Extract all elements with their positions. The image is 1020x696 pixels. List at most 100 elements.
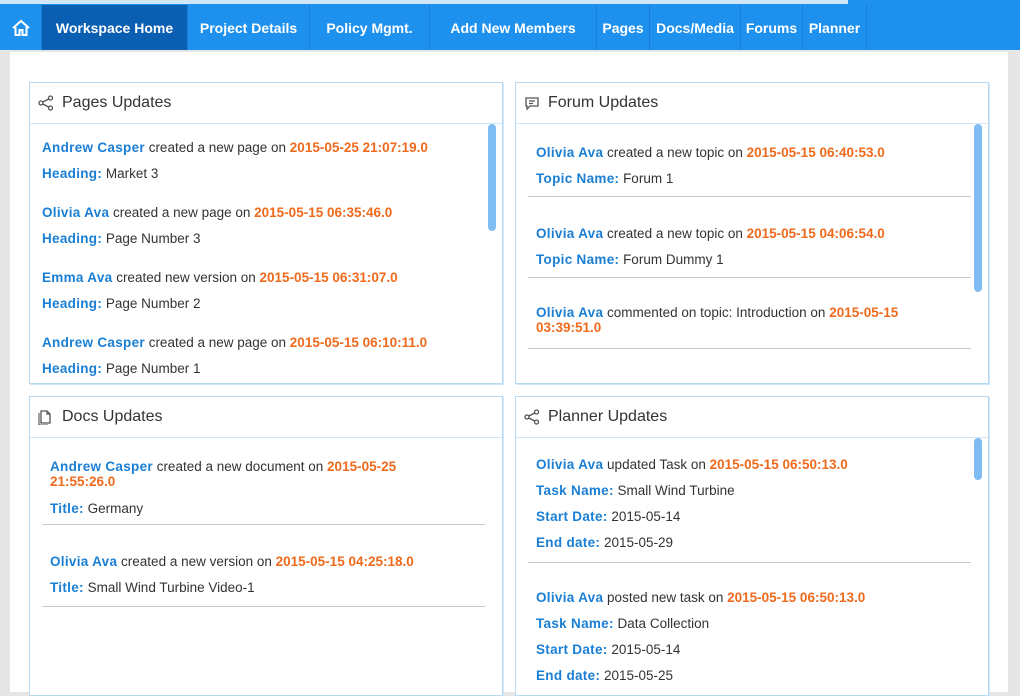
- pages-updates-panel: Pages Updates Andrew Casper created a ne…: [29, 82, 503, 384]
- user-link[interactable]: Olivia Ava: [42, 205, 109, 220]
- nav-docs-media[interactable]: Docs/Media: [650, 5, 741, 50]
- action-text: created a new page on: [144, 140, 290, 155]
- field-value: 2015-05-29: [600, 535, 674, 550]
- nav-forums[interactable]: Forums: [741, 5, 803, 50]
- user-link[interactable]: Olivia Ava: [536, 305, 603, 320]
- list-item: Andrew Casper created a new page on 2015…: [42, 333, 427, 378]
- field-value: Page Number 3: [102, 231, 201, 246]
- field-value: Forum 1: [619, 171, 674, 186]
- field-label: Heading:: [42, 166, 103, 181]
- user-link[interactable]: Andrew Casper: [42, 140, 145, 155]
- workspace-content: Pages Updates Andrew Casper created a ne…: [10, 52, 1008, 696]
- main-nav: Workspace Home Project Details Policy Mg…: [0, 5, 867, 50]
- nav-policy-mgmt[interactable]: Policy Mgmt.: [310, 5, 430, 50]
- comment-icon: [524, 95, 540, 111]
- planner-updates-header: Planner Updates: [516, 397, 988, 438]
- field-label: Heading:: [42, 231, 103, 246]
- list-item: Olivia Ava created a new topic on 2015-0…: [528, 211, 971, 278]
- field-value: Small Wind Turbine Video-1: [83, 580, 255, 595]
- user-link[interactable]: Olivia Ava: [536, 590, 603, 605]
- list-item: Olivia Ava created a new topic on 2015-0…: [528, 130, 971, 197]
- list-item: Olivia Ava created a new page on 2015-05…: [42, 203, 392, 248]
- field-value: Forum Dummy 1: [619, 252, 724, 267]
- timestamp: 2015-05-15 04:06:54.0: [746, 226, 885, 241]
- share-icon: [524, 409, 540, 425]
- action-text: created new version on: [112, 270, 260, 285]
- field-label: Topic Name:: [536, 171, 620, 186]
- timestamp-date: 2015-05-15: [829, 305, 899, 320]
- forum-updates-title: Forum Updates: [548, 94, 659, 111]
- field-label: Task Name:: [536, 616, 614, 631]
- action-text: created a new topic on: [603, 145, 747, 160]
- nav-home-button[interactable]: [0, 5, 42, 50]
- nav-project-details[interactable]: Project Details: [188, 5, 310, 50]
- field-value: 2015-05-25: [600, 668, 674, 683]
- field-value: Page Number 1: [102, 361, 201, 376]
- field-value: Germany: [83, 501, 144, 516]
- forum-updates-panel: Forum Updates Olivia Ava created a new t…: [515, 82, 989, 384]
- docs-updates-panel: Docs Updates Andrew Casper created a new…: [29, 396, 503, 696]
- field-label: Title:: [50, 501, 84, 516]
- forum-updates-header: Forum Updates: [516, 83, 988, 124]
- field-label: Heading:: [42, 361, 103, 376]
- action-text: created a new version on: [117, 554, 276, 569]
- list-item: Olivia Ava posted new task on 2015-05-15…: [528, 571, 971, 695]
- user-link[interactable]: Andrew Casper: [42, 335, 145, 350]
- docs-updates-title: Docs Updates: [62, 408, 163, 425]
- action-text: created a new document on: [152, 459, 328, 474]
- timestamp: 2015-05-15 06:31:07.0: [259, 270, 398, 285]
- action-text: updated Task on: [603, 457, 710, 472]
- timestamp-time: 21:55:26.0: [50, 474, 116, 489]
- timestamp: 2015-05-15 06:40:53.0: [746, 145, 885, 160]
- user-link[interactable]: Emma Ava: [42, 270, 112, 285]
- nav-add-new-members[interactable]: Add New Members: [430, 5, 597, 50]
- timestamp: 2015-05-15 04:25:18.0: [275, 554, 414, 569]
- scrollbar-thumb[interactable]: [974, 438, 982, 480]
- nav-pages[interactable]: Pages: [597, 5, 650, 50]
- pages-updates-title: Pages Updates: [62, 94, 172, 111]
- docs-updates-list: Andrew Casper created a new document on …: [30, 438, 502, 695]
- scrollbar-thumb[interactable]: [488, 124, 496, 231]
- docs-updates-header: Docs Updates: [30, 397, 502, 438]
- field-label: Heading:: [42, 296, 103, 311]
- top-nav-bar: Workspace Home Project Details Policy Mg…: [0, 0, 1020, 50]
- list-item: Olivia Ava updated Task on 2015-05-15 06…: [528, 438, 971, 563]
- list-item: Olivia Ava commented on topic: Introduct…: [528, 292, 971, 349]
- field-label: Title:: [50, 580, 84, 595]
- action-text: created a new page on: [144, 335, 290, 350]
- list-item: Andrew Casper created a new document on …: [42, 448, 485, 525]
- nav-workspace-home[interactable]: Workspace Home: [42, 5, 188, 50]
- action-text: commented on topic: Introduction on: [603, 305, 830, 320]
- timestamp-time: 03:39:51.0: [536, 320, 602, 335]
- planner-updates-title: Planner Updates: [548, 408, 668, 425]
- user-link[interactable]: Olivia Ava: [50, 554, 117, 569]
- field-label: Start Date:: [536, 509, 608, 524]
- home-icon: [11, 18, 31, 38]
- pages-updates-list: Andrew Casper created a new page on 2015…: [30, 124, 502, 383]
- timestamp: 2015-05-25 21:07:19.0: [289, 140, 428, 155]
- field-label: Topic Name:: [536, 252, 620, 267]
- field-label: Task Name:: [536, 483, 614, 498]
- timestamp: 2015-05-15 06:35:46.0: [254, 205, 393, 220]
- action-text: created a new topic on: [603, 226, 747, 241]
- planner-updates-list: Olivia Ava updated Task on 2015-05-15 06…: [516, 438, 988, 695]
- user-link[interactable]: Olivia Ava: [536, 457, 603, 472]
- list-item: Olivia Ava created a new version on 2015…: [42, 545, 485, 607]
- user-link[interactable]: Olivia Ava: [536, 145, 603, 160]
- scrollbar-thumb[interactable]: [974, 124, 982, 292]
- field-value: 2015-05-14: [607, 642, 681, 657]
- pages-updates-header: Pages Updates: [30, 83, 502, 124]
- timestamp-date: 2015-05-25: [327, 459, 397, 474]
- planner-updates-panel: Planner Updates Olivia Ava updated Task …: [515, 396, 989, 696]
- timestamp: 2015-05-15 06:50:13.0: [727, 590, 866, 605]
- field-value: Data Collection: [613, 616, 710, 631]
- user-link[interactable]: Olivia Ava: [536, 226, 603, 241]
- user-link[interactable]: Andrew Casper: [50, 459, 153, 474]
- field-label: End date:: [536, 668, 601, 683]
- field-label: Start Date:: [536, 642, 608, 657]
- list-item: Emma Ava created new version on 2015-05-…: [42, 268, 398, 313]
- top-strip: [0, 0, 848, 4]
- forum-updates-list: Olivia Ava created a new topic on 2015-0…: [516, 124, 988, 383]
- action-text: posted new task on: [603, 590, 728, 605]
- nav-planner[interactable]: Planner: [803, 5, 867, 50]
